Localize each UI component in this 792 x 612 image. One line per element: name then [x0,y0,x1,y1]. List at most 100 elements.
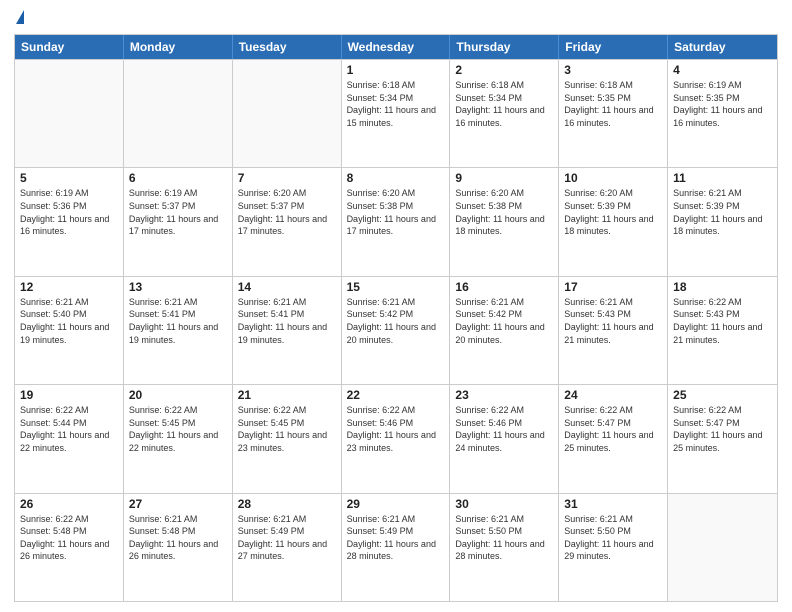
cell-text: Sunrise: 6:20 AMSunset: 5:38 PMDaylight:… [455,187,553,237]
cell-text: Sunrise: 6:21 AMSunset: 5:43 PMDaylight:… [564,296,662,346]
day-number: 3 [564,63,662,77]
cell-text: Sunrise: 6:21 AMSunset: 5:50 PMDaylight:… [564,513,662,563]
calendar-cell: 26 Sunrise: 6:22 AMSunset: 5:48 PMDayligh… [15,494,124,601]
day-number: 4 [673,63,772,77]
calendar-body: 1 Sunrise: 6:18 AMSunset: 5:34 PMDaylight… [15,59,777,601]
day-number: 14 [238,280,336,294]
calendar-cell: 10Sunrise: 6:20 AMSunset: 5:39 PMDayligh… [559,168,668,275]
day-number: 10 [564,171,662,185]
weekday-header: Sunday [15,35,124,59]
calendar-cell: 27Sunrise: 6:21 AMSunset: 5:48 PMDayligh… [124,494,233,601]
cell-text: Sunrise: 6:22 AMSunset: 5:48 PMDaylight:… [20,513,118,563]
calendar-cell [668,494,777,601]
day-number: 2 [455,63,553,77]
calendar-row: 26 Sunrise: 6:22 AMSunset: 5:48 PMDayligh… [15,493,777,601]
cell-text: Sunrise: 6:20 AMSunset: 5:37 PMDaylight:… [238,187,336,237]
cell-text: Sunrise: 6:19 AMSunset: 5:35 PMDaylight:… [673,79,772,129]
day-number: 1 [347,63,445,77]
weekday-header: Friday [559,35,668,59]
day-number: 17 [564,280,662,294]
calendar-cell: 25 Sunrise: 6:22 AMSunset: 5:47 PMDayligh… [668,385,777,492]
calendar-cell: 18 Sunrise: 6:22 AMSunset: 5:43 PMDayligh… [668,277,777,384]
calendar-header: SundayMondayTuesdayWednesdayThursdayFrid… [15,35,777,59]
day-number: 24 [564,388,662,402]
calendar-cell: 16 Sunrise: 6:21 AMSunset: 5:42 PMDayligh… [450,277,559,384]
calendar-cell: 24Sunrise: 6:22 AMSunset: 5:47 PMDayligh… [559,385,668,492]
day-number: 29 [347,497,445,511]
cell-text: Sunrise: 6:20 AMSunset: 5:38 PMDaylight:… [347,187,445,237]
calendar-row: 5 Sunrise: 6:19 AMSunset: 5:36 PMDaylight… [15,167,777,275]
day-number: 20 [129,388,227,402]
calendar-cell: 17 Sunrise: 6:21 AMSunset: 5:43 PMDayligh… [559,277,668,384]
day-number: 28 [238,497,336,511]
header [14,10,778,26]
calendar-cell: 9 Sunrise: 6:20 AMSunset: 5:38 PMDaylight… [450,168,559,275]
cell-text: Sunrise: 6:22 AMSunset: 5:44 PMDaylight:… [20,404,118,454]
day-number: 12 [20,280,118,294]
cell-text: Sunrise: 6:18 AMSunset: 5:34 PMDaylight:… [455,79,553,129]
cell-text: Sunrise: 6:21 AMSunset: 5:42 PMDaylight:… [347,296,445,346]
cell-text: Sunrise: 6:22 AMSunset: 5:46 PMDaylight:… [347,404,445,454]
calendar-cell [15,60,124,167]
day-number: 27 [129,497,227,511]
calendar-row: 12 Sunrise: 6:21 AMSunset: 5:40 PMDayligh… [15,276,777,384]
day-number: 7 [238,171,336,185]
cell-text: Sunrise: 6:21 AMSunset: 5:41 PMDaylight:… [238,296,336,346]
calendar-cell: 22 Sunrise: 6:22 AMSunset: 5:46 PMDayligh… [342,385,451,492]
calendar-cell: 20Sunrise: 6:22 AMSunset: 5:45 PMDayligh… [124,385,233,492]
cell-text: Sunrise: 6:18 AMSunset: 5:35 PMDaylight:… [564,79,662,129]
day-number: 5 [20,171,118,185]
day-number: 15 [347,280,445,294]
calendar-cell: 6Sunrise: 6:19 AMSunset: 5:37 PMDaylight… [124,168,233,275]
cell-text: Sunrise: 6:18 AMSunset: 5:34 PMDaylight:… [347,79,445,129]
day-number: 6 [129,171,227,185]
logo-triangle-icon [16,10,24,24]
day-number: 13 [129,280,227,294]
day-number: 18 [673,280,772,294]
cell-text: Sunrise: 6:21 AMSunset: 5:39 PMDaylight:… [673,187,772,237]
calendar: SundayMondayTuesdayWednesdayThursdayFrid… [14,34,778,602]
cell-text: Sunrise: 6:21 AMSunset: 5:49 PMDaylight:… [347,513,445,563]
calendar-cell: 4 Sunrise: 6:19 AMSunset: 5:35 PMDaylight… [668,60,777,167]
logo [14,10,24,26]
weekday-header: Wednesday [342,35,451,59]
cell-text: Sunrise: 6:19 AMSunset: 5:36 PMDaylight:… [20,187,118,237]
day-number: 21 [238,388,336,402]
calendar-cell: 21Sunrise: 6:22 AMSunset: 5:45 PMDayligh… [233,385,342,492]
cell-text: Sunrise: 6:21 AMSunset: 5:42 PMDaylight:… [455,296,553,346]
cell-text: Sunrise: 6:22 AMSunset: 5:47 PMDaylight:… [673,404,772,454]
cell-text: Sunrise: 6:21 AMSunset: 5:41 PMDaylight:… [129,296,227,346]
weekday-header: Thursday [450,35,559,59]
calendar-cell: 3 Sunrise: 6:18 AMSunset: 5:35 PMDaylight… [559,60,668,167]
cell-text: Sunrise: 6:21 AMSunset: 5:49 PMDaylight:… [238,513,336,563]
cell-text: Sunrise: 6:22 AMSunset: 5:43 PMDaylight:… [673,296,772,346]
day-number: 25 [673,388,772,402]
day-number: 19 [20,388,118,402]
calendar-cell: 31 Sunrise: 6:21 AMSunset: 5:50 PMDayligh… [559,494,668,601]
calendar-cell [233,60,342,167]
day-number: 23 [455,388,553,402]
calendar-cell: 2 Sunrise: 6:18 AMSunset: 5:34 PMDaylight… [450,60,559,167]
calendar-cell: 29 Sunrise: 6:21 AMSunset: 5:49 PMDayligh… [342,494,451,601]
calendar-cell: 11Sunrise: 6:21 AMSunset: 5:39 PMDayligh… [668,168,777,275]
calendar-row: 1 Sunrise: 6:18 AMSunset: 5:34 PMDaylight… [15,59,777,167]
calendar-cell: 12 Sunrise: 6:21 AMSunset: 5:40 PMDayligh… [15,277,124,384]
day-number: 22 [347,388,445,402]
calendar-cell: 1 Sunrise: 6:18 AMSunset: 5:34 PMDaylight… [342,60,451,167]
day-number: 16 [455,280,553,294]
page: SundayMondayTuesdayWednesdayThursdayFrid… [0,0,792,612]
day-number: 26 [20,497,118,511]
cell-text: Sunrise: 6:21 AMSunset: 5:40 PMDaylight:… [20,296,118,346]
calendar-cell: 30Sunrise: 6:21 AMSunset: 5:50 PMDayligh… [450,494,559,601]
calendar-cell [124,60,233,167]
calendar-cell: 15 Sunrise: 6:21 AMSunset: 5:42 PMDayligh… [342,277,451,384]
calendar-cell: 19 Sunrise: 6:22 AMSunset: 5:44 PMDayligh… [15,385,124,492]
weekday-header: Monday [124,35,233,59]
calendar-cell: 7 Sunrise: 6:20 AMSunset: 5:37 PMDaylight… [233,168,342,275]
calendar-cell: 13 Sunrise: 6:21 AMSunset: 5:41 PMDayligh… [124,277,233,384]
day-number: 8 [347,171,445,185]
day-number: 9 [455,171,553,185]
cell-text: Sunrise: 6:22 AMSunset: 5:46 PMDaylight:… [455,404,553,454]
day-number: 31 [564,497,662,511]
weekday-header: Saturday [668,35,777,59]
